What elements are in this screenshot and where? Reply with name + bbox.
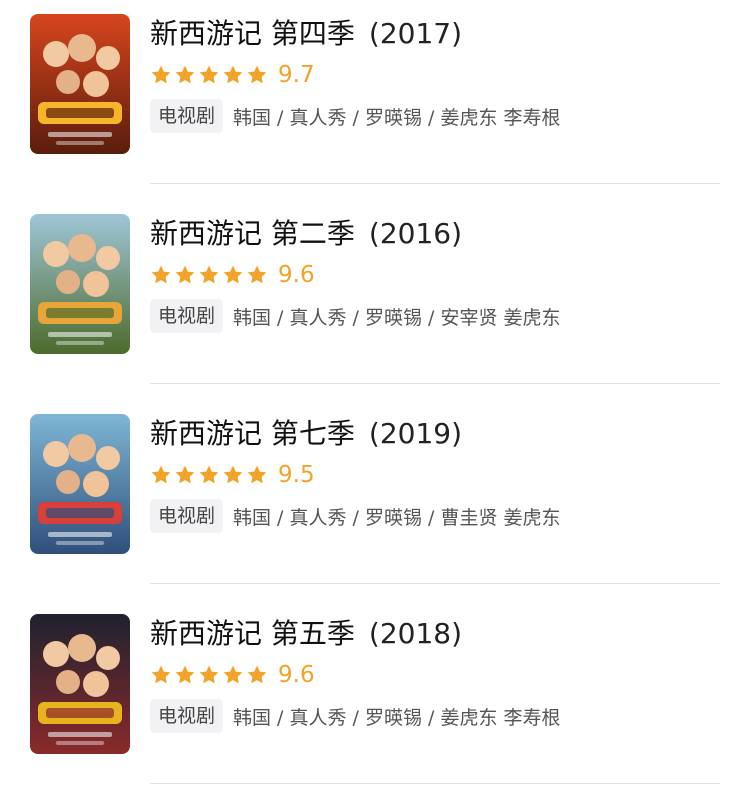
show-title-text: 新西游记 第七季 bbox=[150, 417, 355, 450]
star-icon bbox=[151, 465, 171, 484]
star-rating bbox=[150, 264, 270, 286]
star-rating bbox=[150, 664, 270, 686]
star-icon bbox=[199, 65, 219, 84]
star-icon bbox=[151, 665, 171, 684]
rating: 9.5 bbox=[150, 460, 315, 490]
star-icon bbox=[247, 665, 267, 684]
rating-score: 9.5 bbox=[278, 462, 315, 488]
show-meta: 电视剧 韩国 / 真人秀 / 罗暎锡 / 安宰贤 姜虎东 bbox=[150, 298, 561, 334]
show-title: 新西游记 第五季 (2018) bbox=[150, 614, 462, 654]
star-icon bbox=[199, 465, 219, 484]
show-year: (2016) bbox=[368, 217, 463, 250]
star-icon bbox=[247, 65, 267, 84]
rating: 9.6 bbox=[150, 660, 315, 690]
rating: 9.6 bbox=[150, 260, 315, 290]
show-year: (2018) bbox=[368, 617, 463, 650]
divider bbox=[150, 383, 720, 384]
star-icon bbox=[175, 65, 195, 84]
show-details: 韩国 / 真人秀 / 罗暎锡 / 曹圭贤 姜虎东 bbox=[233, 506, 561, 529]
star-icon bbox=[175, 665, 195, 684]
list-item[interactable]: 新西游记 第二季 (2016) 9.6 电视剧 韩国 / 真人秀 / 罗暎锡 / … bbox=[0, 200, 750, 400]
rating: 9.7 bbox=[150, 60, 315, 90]
rating-score: 9.7 bbox=[278, 62, 315, 88]
star-icon bbox=[175, 465, 195, 484]
show-meta: 电视剧 韩国 / 真人秀 / 罗暎锡 / 姜虎东 李寿根 bbox=[150, 698, 561, 734]
show-meta: 电视剧 韩国 / 真人秀 / 罗暎锡 / 姜虎东 李寿根 bbox=[150, 98, 561, 134]
divider bbox=[150, 783, 720, 784]
category-tag: 电视剧 bbox=[150, 99, 224, 133]
show-title-text: 新西游记 第二季 bbox=[150, 217, 355, 250]
show-title: 新西游记 第二季 (2016) bbox=[150, 214, 462, 254]
show-title-text: 新西游记 第五季 bbox=[150, 617, 355, 650]
show-meta: 电视剧 韩国 / 真人秀 / 罗暎锡 / 曹圭贤 姜虎东 bbox=[150, 498, 561, 534]
star-icon bbox=[223, 265, 243, 284]
show-details: 韩国 / 真人秀 / 罗暎锡 / 安宰贤 姜虎东 bbox=[233, 306, 561, 329]
poster-image[interactable] bbox=[30, 414, 130, 554]
star-rating bbox=[150, 464, 270, 486]
poster-image[interactable] bbox=[30, 614, 130, 754]
show-year: (2017) bbox=[368, 17, 463, 50]
list-item[interactable]: 新西游记 第五季 (2018) 9.6 电视剧 韩国 / 真人秀 / 罗暎锡 / … bbox=[0, 600, 750, 800]
star-icon bbox=[223, 465, 243, 484]
category-tag: 电视剧 bbox=[150, 299, 224, 333]
show-title: 新西游记 第四季 (2017) bbox=[150, 14, 462, 54]
divider bbox=[150, 183, 720, 184]
star-icon bbox=[247, 465, 267, 484]
star-icon bbox=[223, 65, 243, 84]
rating-score: 9.6 bbox=[278, 262, 315, 288]
rating-score: 9.6 bbox=[278, 662, 315, 688]
divider bbox=[150, 583, 720, 584]
category-tag: 电视剧 bbox=[150, 699, 224, 733]
star-icon bbox=[151, 65, 171, 84]
star-icon bbox=[199, 265, 219, 284]
list-item[interactable]: 新西游记 第七季 (2019) 9.5 电视剧 韩国 / 真人秀 / 罗暎锡 / … bbox=[0, 400, 750, 600]
star-icon bbox=[199, 665, 219, 684]
category-tag: 电视剧 bbox=[150, 499, 224, 533]
star-icon bbox=[223, 665, 243, 684]
show-details: 韩国 / 真人秀 / 罗暎锡 / 姜虎东 李寿根 bbox=[233, 706, 561, 729]
poster-image[interactable] bbox=[30, 214, 130, 354]
star-rating bbox=[150, 64, 270, 86]
star-icon bbox=[151, 265, 171, 284]
star-icon bbox=[247, 265, 267, 284]
show-title-text: 新西游记 第四季 bbox=[150, 17, 355, 50]
list-item[interactable]: 新西游记 第四季 (2017) 9.7 电视剧 韩国 / 真人秀 / 罗暎锡 / … bbox=[0, 0, 750, 200]
show-title: 新西游记 第七季 (2019) bbox=[150, 414, 462, 454]
show-year: (2019) bbox=[368, 417, 463, 450]
star-icon bbox=[175, 265, 195, 284]
show-details: 韩国 / 真人秀 / 罗暎锡 / 姜虎东 李寿根 bbox=[233, 106, 561, 129]
poster-image[interactable] bbox=[30, 14, 130, 154]
